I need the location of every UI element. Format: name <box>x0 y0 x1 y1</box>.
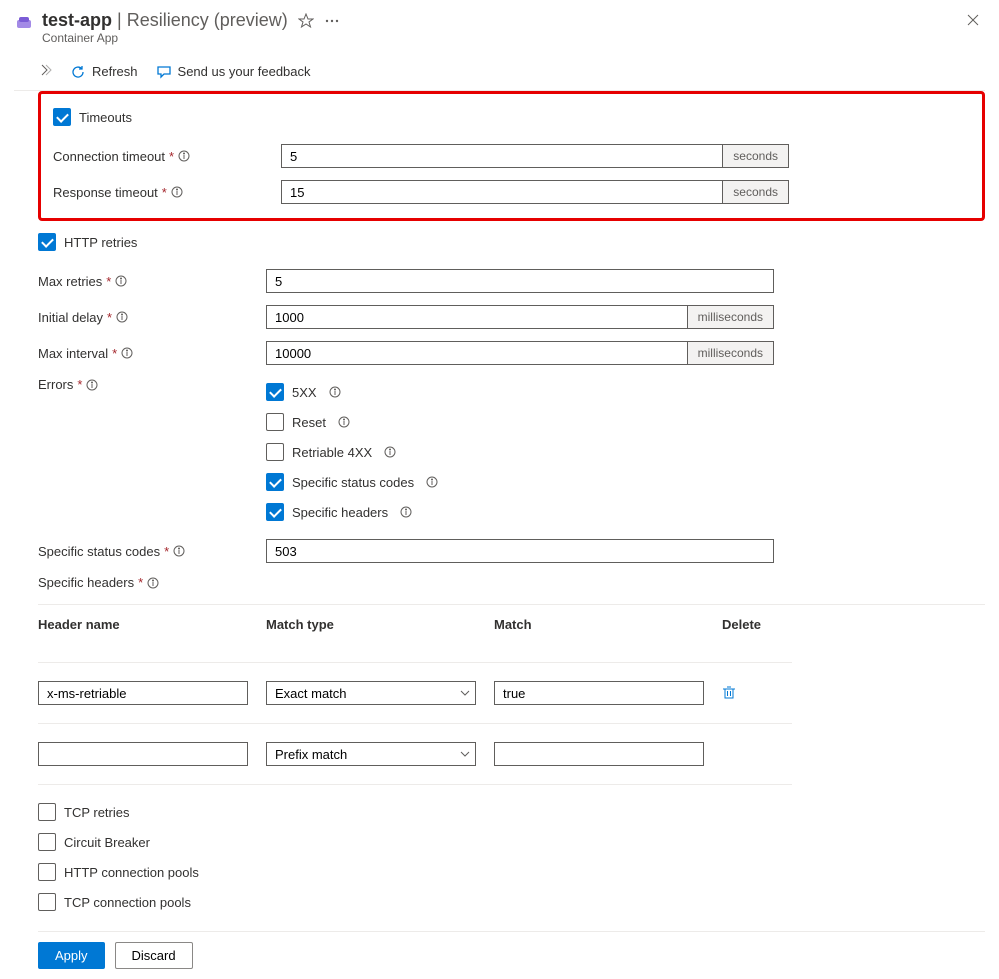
specific-headers-label: Specific headers * <box>38 575 266 590</box>
max-retries-input[interactable] <box>266 269 774 293</box>
specific-status-codes-input[interactable] <box>266 539 774 563</box>
info-icon[interactable] <box>121 347 133 359</box>
connection-timeout-label: Connection timeout * <box>53 149 281 164</box>
header-name-input[interactable] <box>38 742 248 766</box>
resource-type-label: Container App <box>42 31 340 45</box>
info-icon[interactable] <box>178 150 190 162</box>
page-title: test-app | Resiliency (preview) <box>42 10 288 31</box>
match-type-select[interactable] <box>266 742 476 766</box>
info-icon[interactable] <box>384 446 396 458</box>
response-timeout-input[interactable] <box>281 180 723 204</box>
max-retries-label: Max retries * <box>38 274 266 289</box>
connection-timeout-input[interactable] <box>281 144 723 168</box>
initial-delay-label: Initial delay * <box>38 310 266 325</box>
unit-label: milliseconds <box>688 305 774 329</box>
response-timeout-label: Response timeout * <box>53 185 281 200</box>
tcp-pools-checkbox[interactable]: TCP connection pools <box>38 887 985 917</box>
apply-button[interactable]: Apply <box>38 942 105 969</box>
max-interval-input[interactable] <box>266 341 688 365</box>
tcp-retries-checkbox[interactable]: TCP retries <box>38 797 985 827</box>
page-header: test-app | Resiliency (preview) Containe… <box>14 10 985 45</box>
unit-label: seconds <box>723 144 789 168</box>
header-name-input[interactable] <box>38 681 248 705</box>
info-icon[interactable] <box>173 545 185 557</box>
more-icon[interactable] <box>324 13 340 29</box>
info-icon[interactable] <box>171 186 183 198</box>
col-header-name: Header name <box>38 617 248 644</box>
unit-label: seconds <box>723 180 789 204</box>
command-bar: Refresh Send us your feedback <box>14 53 985 91</box>
errors-label: Errors * <box>38 377 266 392</box>
max-interval-label: Max interval * <box>38 346 266 361</box>
specific-status-codes-label: Specific status codes * <box>38 544 266 559</box>
info-icon[interactable] <box>147 577 159 589</box>
info-icon[interactable] <box>86 379 98 391</box>
error-specific-headers-checkbox[interactable]: Specific headers <box>266 497 438 527</box>
feedback-button[interactable]: Send us your feedback <box>156 64 311 80</box>
delete-row-button[interactable] <box>722 685 792 702</box>
circuit-breaker-checkbox[interactable]: Circuit Breaker <box>38 827 985 857</box>
highlighted-section: Timeouts Connection timeout * seconds Re… <box>38 91 985 221</box>
timeouts-checkbox[interactable]: Timeouts <box>53 102 970 132</box>
info-icon[interactable] <box>329 386 341 398</box>
container-app-icon <box>14 14 34 34</box>
error-specific-codes-checkbox[interactable]: Specific status codes <box>266 467 438 497</box>
http-retries-checkbox[interactable]: HTTP retries <box>38 227 985 257</box>
error-reset-checkbox[interactable]: Reset <box>266 407 438 437</box>
http-pools-checkbox[interactable]: HTTP connection pools <box>38 857 985 887</box>
info-icon[interactable] <box>116 311 128 323</box>
expand-icon[interactable] <box>38 63 52 80</box>
button-bar: Apply Discard <box>14 932 985 969</box>
initial-delay-input[interactable] <box>266 305 688 329</box>
error-retriable4xx-checkbox[interactable]: Retriable 4XX <box>266 437 438 467</box>
match-type-select[interactable] <box>266 681 476 705</box>
col-match-type: Match type <box>266 617 476 644</box>
info-icon[interactable] <box>115 275 127 287</box>
info-icon[interactable] <box>338 416 350 428</box>
star-icon[interactable] <box>298 13 314 29</box>
error-5xx-checkbox[interactable]: 5XX <box>266 377 438 407</box>
match-input[interactable] <box>494 742 704 766</box>
headers-table: Header name Match type Match Delete <box>38 604 985 785</box>
col-delete: Delete <box>722 617 792 644</box>
unit-label: milliseconds <box>688 341 774 365</box>
match-input[interactable] <box>494 681 704 705</box>
info-icon[interactable] <box>400 506 412 518</box>
col-match: Match <box>494 617 704 644</box>
refresh-button[interactable]: Refresh <box>70 64 138 80</box>
close-icon[interactable] <box>965 12 981 28</box>
discard-button[interactable]: Discard <box>115 942 193 969</box>
info-icon[interactable] <box>426 476 438 488</box>
